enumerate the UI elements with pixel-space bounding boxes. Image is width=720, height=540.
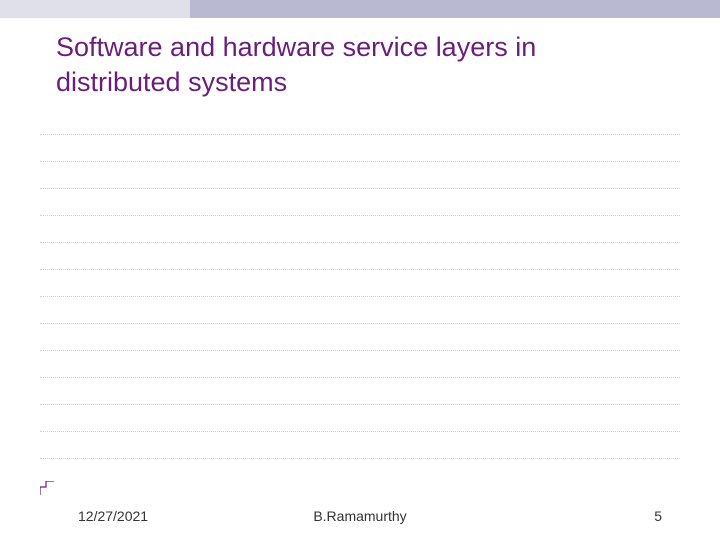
ruled-body-area	[40, 108, 680, 490]
footer-author: B.Ramamurthy	[313, 508, 406, 524]
footer-date: 12/27/2021	[78, 508, 148, 524]
slide-footer: 12/27/2021 B.Ramamurthy 5	[0, 502, 720, 524]
top-decorative-bar-light	[0, 0, 190, 18]
slide-title: Software and hardware service layers in …	[56, 30, 664, 100]
footer-page-number: 5	[654, 508, 662, 524]
corner-accent-icon	[40, 481, 54, 495]
